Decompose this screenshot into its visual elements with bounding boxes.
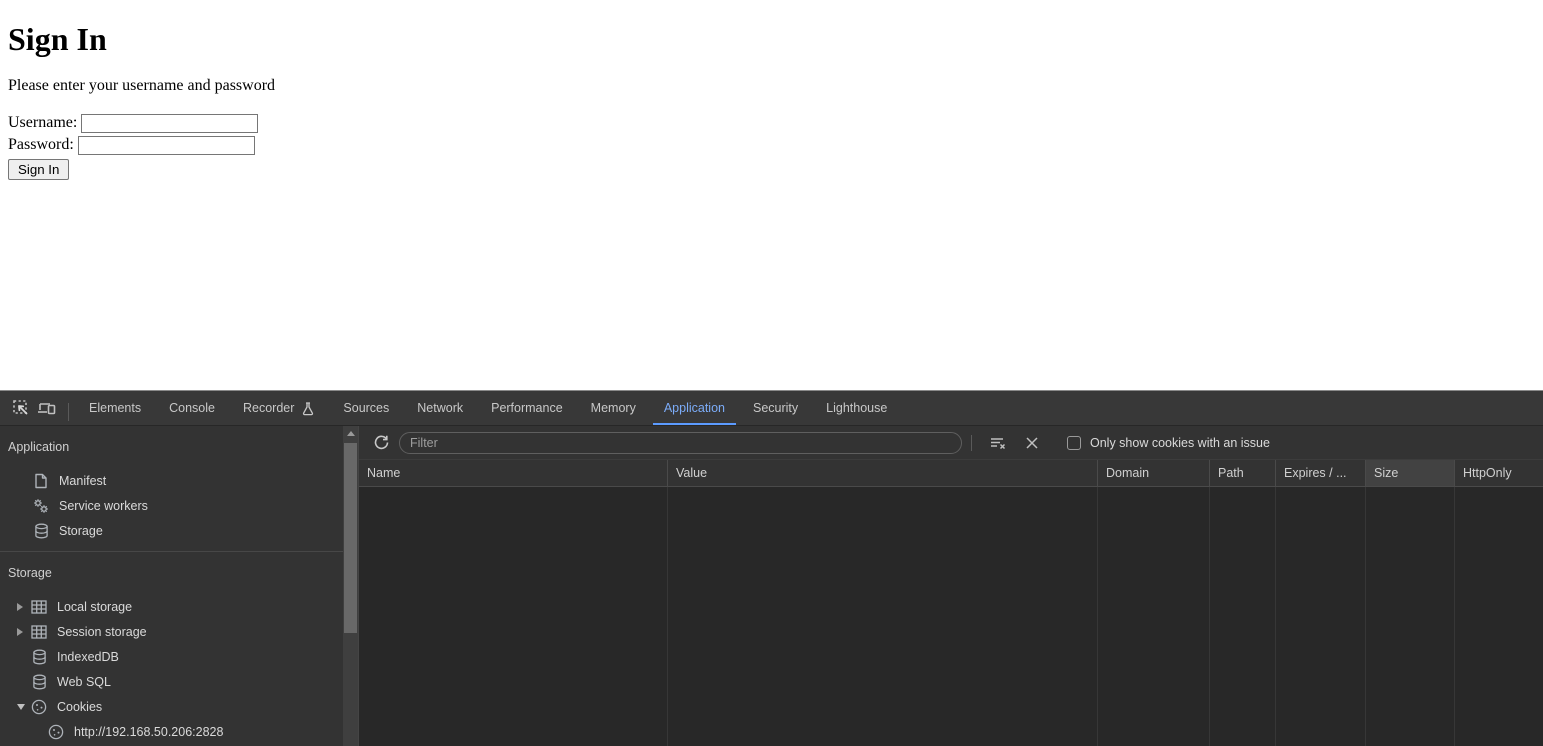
table-column-value xyxy=(668,487,1098,746)
database-icon xyxy=(31,649,47,665)
sidebar-scrollbar[interactable] xyxy=(343,426,358,746)
tab-memory[interactable]: Memory xyxy=(577,391,650,425)
page-subtitle: Please enter your username and password xyxy=(8,77,1535,95)
experiment-beaker-icon xyxy=(301,401,315,416)
tab-security[interactable]: Security xyxy=(739,391,812,425)
tab-console[interactable]: Console xyxy=(155,391,229,425)
toolbar-separator xyxy=(971,435,972,451)
refresh-icon[interactable] xyxy=(369,431,393,455)
document-icon xyxy=(33,473,49,489)
devtools-tabbar: Elements Console Recorder Sources Networ… xyxy=(0,391,1543,426)
sidebar-item-indexeddb[interactable]: IndexedDB xyxy=(0,644,343,669)
scrollbar-thumb[interactable] xyxy=(344,443,357,633)
sidebar-item-session-storage[interactable]: Session storage xyxy=(0,619,343,644)
device-toolbar-icon[interactable] xyxy=(34,395,60,421)
toolbar-separator xyxy=(68,403,69,421)
table-column-name xyxy=(359,487,668,746)
column-header-expires[interactable]: Expires / ... xyxy=(1276,460,1366,486)
username-field[interactable] xyxy=(81,114,258,133)
tab-sources[interactable]: Sources xyxy=(329,391,403,425)
issues-checkbox[interactable] xyxy=(1067,436,1081,450)
database-icon xyxy=(31,674,47,690)
cookie-icon xyxy=(48,724,64,740)
expander-expanded-icon[interactable] xyxy=(17,704,31,710)
expander-collapsed-icon[interactable] xyxy=(17,628,31,636)
inspect-element-icon[interactable] xyxy=(8,395,34,421)
table-column-httponly xyxy=(1455,487,1543,746)
sidebar-item-web-sql[interactable]: Web SQL xyxy=(0,669,343,694)
tab-lighthouse[interactable]: Lighthouse xyxy=(812,391,901,425)
cookie-icon xyxy=(31,699,47,715)
table-column-path xyxy=(1210,487,1276,746)
cookies-panel: Only show cookies with an issue Name Val… xyxy=(358,426,1543,746)
sidebar-section-application: Application xyxy=(0,438,343,456)
sidebar-item-storage[interactable]: Storage xyxy=(0,518,343,543)
column-header-path[interactable]: Path xyxy=(1210,460,1276,486)
cookies-toolbar: Only show cookies with an issue xyxy=(359,426,1543,460)
tab-performance[interactable]: Performance xyxy=(477,391,577,425)
delete-selected-icon[interactable] xyxy=(1020,431,1044,455)
sidebar-item-service-workers[interactable]: Service workers xyxy=(0,493,343,518)
sidebar-item-cookies-origin[interactable]: http://192.168.50.206:2828 xyxy=(0,719,343,744)
username-label: Username: xyxy=(8,114,77,132)
table-column-domain xyxy=(1098,487,1210,746)
clear-all-cookies-icon[interactable] xyxy=(986,431,1010,455)
page-title: Sign In xyxy=(8,0,1535,58)
database-icon xyxy=(33,523,49,539)
devtools-panel: Elements Console Recorder Sources Networ… xyxy=(0,390,1543,746)
sidebar-item-manifest[interactable]: Manifest xyxy=(0,468,343,493)
column-header-httponly[interactable]: HttpOnly xyxy=(1455,460,1543,486)
gears-icon xyxy=(33,498,49,514)
password-label: Password: xyxy=(8,136,74,154)
tab-network[interactable]: Network xyxy=(403,391,477,425)
sidebar-item-local-storage[interactable]: Local storage xyxy=(0,594,343,619)
table-icon xyxy=(31,624,47,640)
column-header-value[interactable]: Value xyxy=(668,460,1098,486)
password-field[interactable] xyxy=(78,136,255,155)
cookies-table-body xyxy=(359,487,1543,746)
table-column-expires xyxy=(1276,487,1366,746)
sidebar-divider xyxy=(0,551,343,552)
sidebar-item-cookies[interactable]: Cookies xyxy=(0,694,343,719)
tab-elements[interactable]: Elements xyxy=(75,391,155,425)
table-icon xyxy=(31,599,47,615)
expander-collapsed-icon[interactable] xyxy=(17,603,31,611)
column-header-size[interactable]: Size xyxy=(1366,460,1455,486)
scrollbar-up-arrow-icon[interactable] xyxy=(343,426,358,441)
cookies-table-header: Name Value Domain Path Expires / ... Siz… xyxy=(359,460,1543,487)
signin-button[interactable]: Sign In xyxy=(8,159,69,180)
signin-page: Sign In Please enter your username and p… xyxy=(0,0,1543,390)
tab-application[interactable]: Application xyxy=(650,391,739,425)
column-header-domain[interactable]: Domain xyxy=(1098,460,1210,486)
application-sidebar: Application Manifest xyxy=(0,426,343,746)
tab-recorder[interactable]: Recorder xyxy=(229,391,329,425)
issues-checkbox-label: Only show cookies with an issue xyxy=(1090,436,1270,450)
filter-input[interactable] xyxy=(399,432,962,454)
table-column-size xyxy=(1366,487,1455,746)
sidebar-section-storage: Storage xyxy=(0,564,343,582)
column-header-name[interactable]: Name xyxy=(359,460,668,486)
